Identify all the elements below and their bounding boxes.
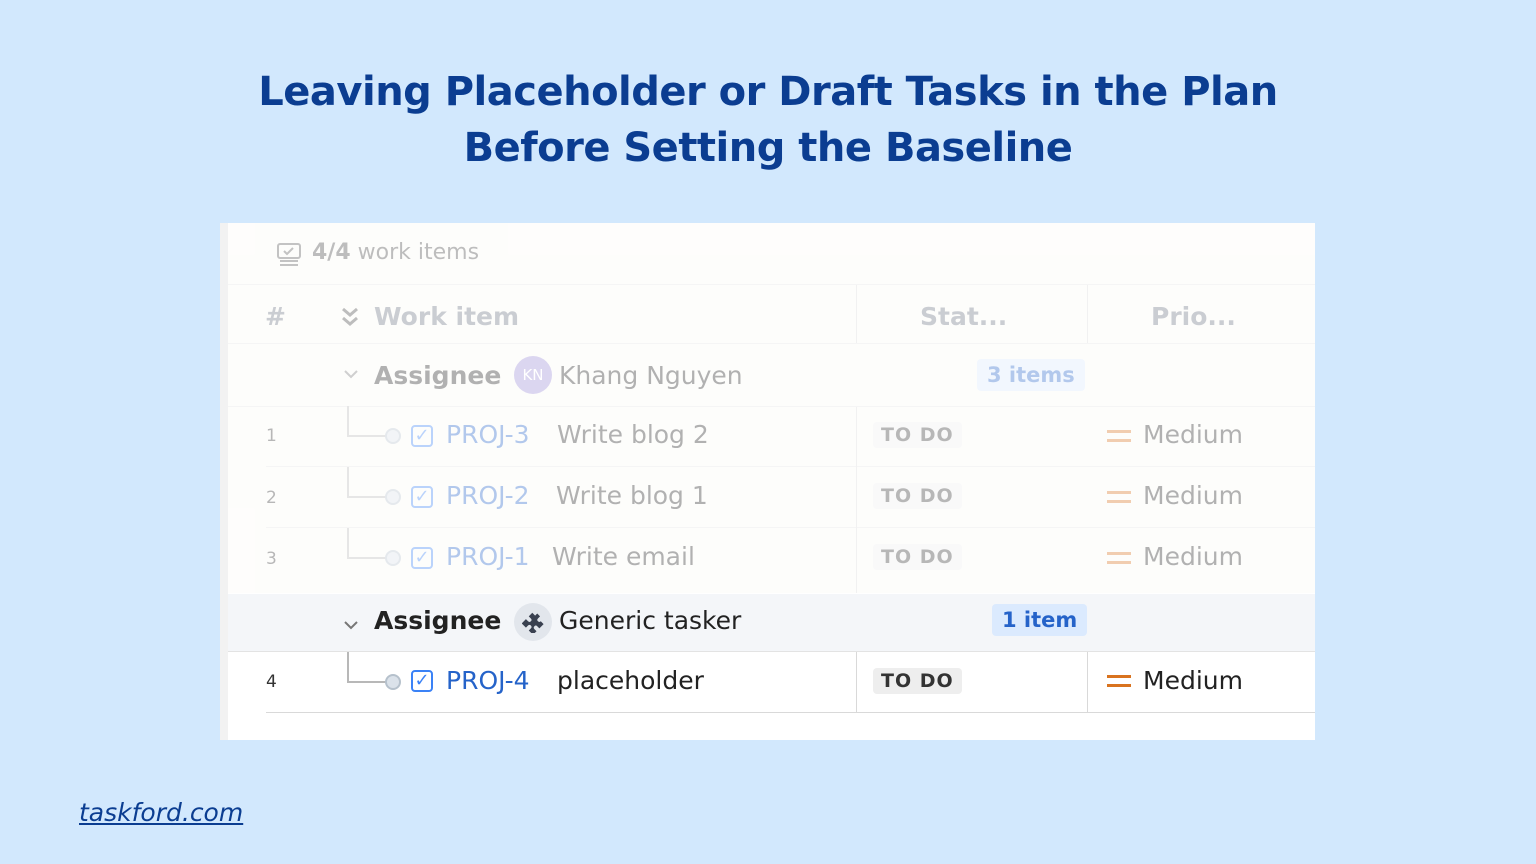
- chevron-down-icon[interactable]: [343, 365, 359, 384]
- work-items-panel: 4/4 work items # Work item Stat... Prio.…: [220, 223, 1315, 740]
- priority-value[interactable]: Medium: [1143, 666, 1243, 695]
- chevron-down-icon[interactable]: [343, 616, 359, 635]
- status-badge[interactable]: TO DO: [873, 422, 962, 448]
- medium-priority-icon: [1107, 675, 1131, 678]
- work-items-count: 4/4 work items: [312, 240, 479, 265]
- avatar: KN: [514, 356, 552, 394]
- group-count-badge: 3 items: [977, 359, 1085, 391]
- work-item-title[interactable]: placeholder: [557, 666, 704, 695]
- checkbox-icon: ✓: [411, 670, 433, 692]
- medium-priority-icon: [1107, 491, 1131, 494]
- headline: Leaving Placeholder or Draft Tasks in th…: [0, 64, 1536, 176]
- group-assignee-name: Khang Nguyen: [559, 361, 743, 390]
- double-chevron-icon[interactable]: [340, 304, 360, 336]
- work-item-key[interactable]: PROJ-4: [446, 666, 530, 695]
- row-number: 4: [266, 672, 277, 692]
- column-header-status[interactable]: Stat...: [920, 302, 1007, 331]
- status-badge[interactable]: TO DO: [873, 544, 962, 570]
- footer-link[interactable]: taskford.com: [79, 798, 243, 827]
- status-dot: [385, 550, 401, 566]
- work-item-title[interactable]: Write blog 1: [556, 481, 708, 510]
- status-badge[interactable]: TO DO: [873, 483, 962, 509]
- row-number: 3: [266, 549, 277, 569]
- status-dot: [385, 428, 401, 444]
- work-items-count-value: 4/4: [312, 240, 351, 265]
- work-items-icon: [276, 241, 302, 271]
- checkbox-icon: ✓: [411, 425, 433, 447]
- status-dot: [385, 674, 401, 690]
- headline-line-2: Before Setting the Baseline: [463, 125, 1073, 171]
- priority-value[interactable]: Medium: [1143, 420, 1243, 449]
- group-count-badge: 1 item: [992, 604, 1088, 636]
- work-item-title[interactable]: Write email: [552, 542, 695, 571]
- priority-value[interactable]: Medium: [1143, 481, 1243, 510]
- checkbox-icon: ✓: [411, 547, 433, 569]
- work-item-key[interactable]: PROJ-1: [446, 542, 530, 571]
- group-label: Assignee: [374, 606, 502, 635]
- checkbox-icon: ✓: [411, 486, 433, 508]
- work-item-key[interactable]: PROJ-2: [446, 481, 530, 510]
- column-header-work-item[interactable]: Work item: [374, 302, 519, 331]
- status-dot: [385, 489, 401, 505]
- puzzle-icon: [514, 603, 552, 641]
- status-badge[interactable]: TO DO: [873, 668, 962, 694]
- work-items-count-label: work items: [357, 240, 480, 265]
- column-header-number[interactable]: #: [265, 302, 286, 331]
- column-header-priority[interactable]: Prio...: [1151, 302, 1236, 331]
- group-label: Assignee: [374, 361, 502, 390]
- work-item-key[interactable]: PROJ-3: [446, 420, 530, 449]
- row-number: 1: [266, 426, 277, 446]
- work-item-title[interactable]: Write blog 2: [557, 420, 709, 449]
- medium-priority-icon: [1107, 552, 1131, 555]
- row-number: 2: [266, 488, 277, 508]
- group-assignee-name: Generic tasker: [559, 606, 742, 635]
- dimmed-section: 4/4 work items # Work item Stat... Prio.…: [220, 223, 1315, 595]
- medium-priority-icon: [1107, 430, 1131, 433]
- headline-line-1: Leaving Placeholder or Draft Tasks in th…: [258, 69, 1278, 115]
- priority-value[interactable]: Medium: [1143, 542, 1243, 571]
